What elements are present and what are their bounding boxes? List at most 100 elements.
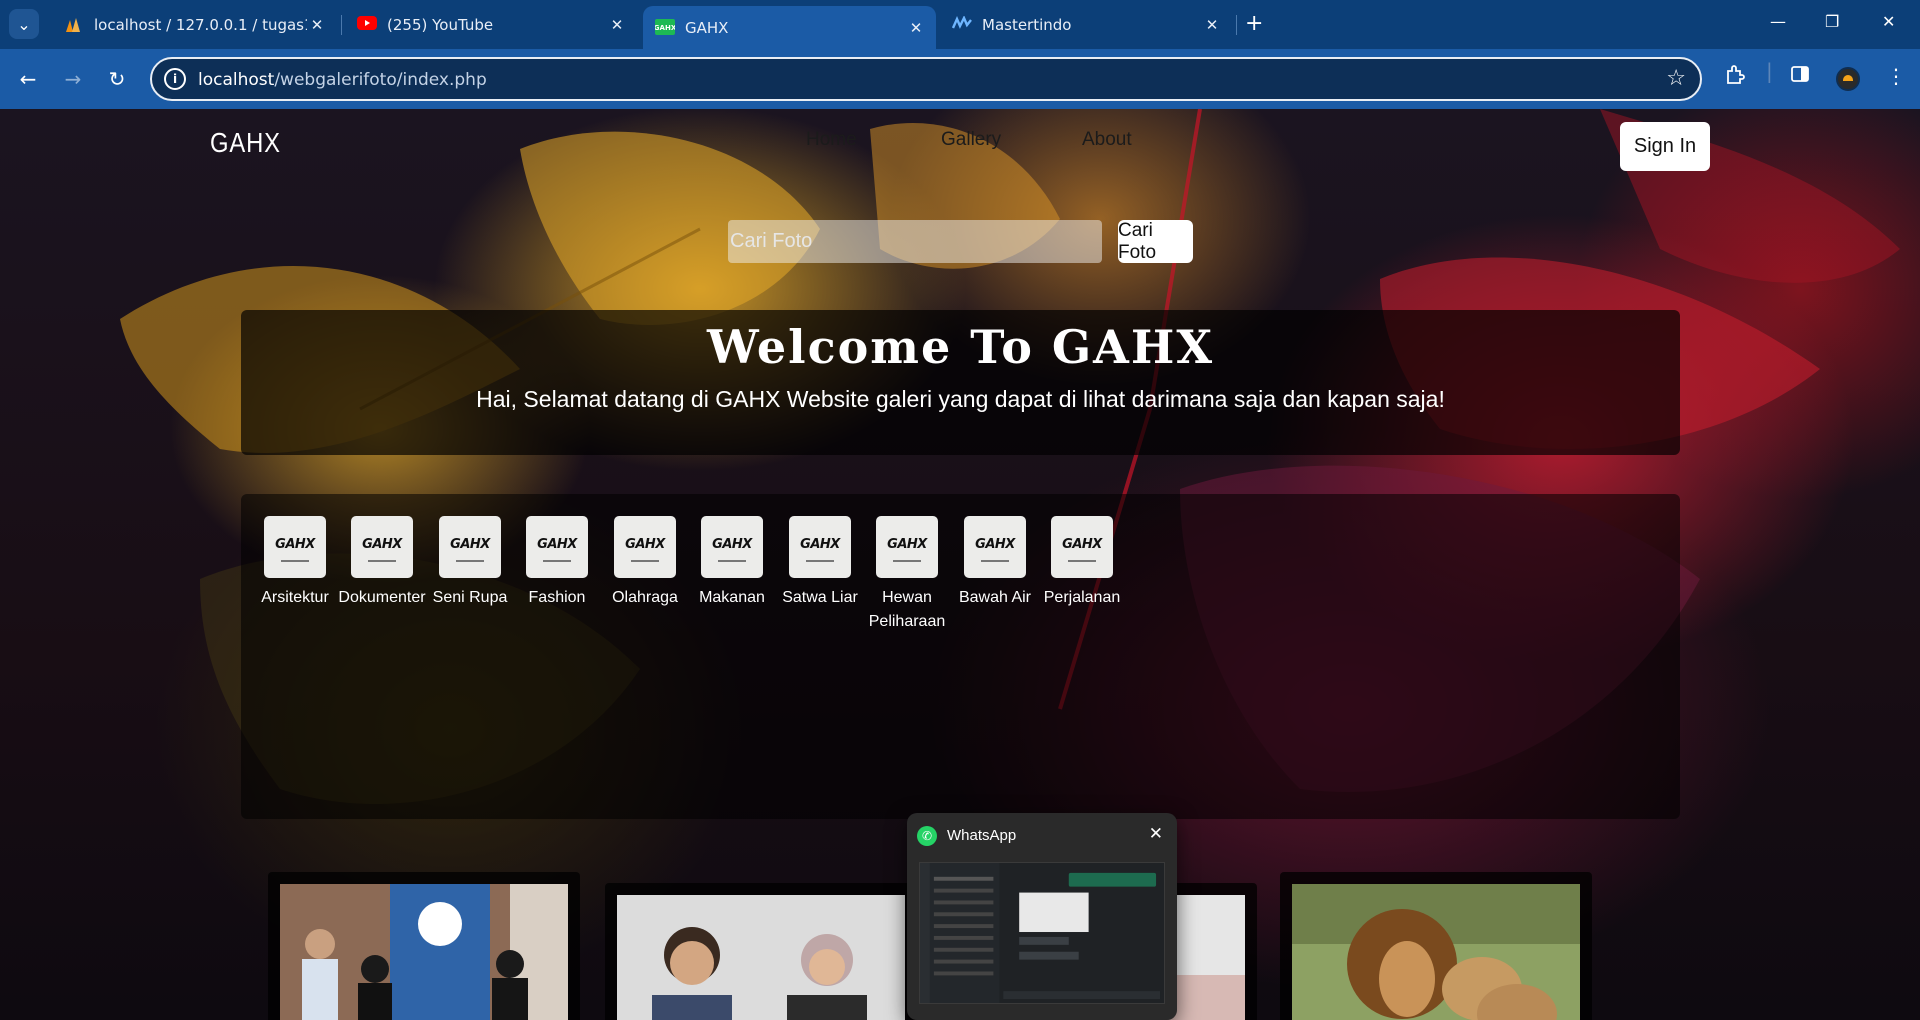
whatsapp-window-thumbnail[interactable] <box>919 862 1165 1004</box>
restore-icon[interactable]: ❐ <box>1825 12 1839 31</box>
gahx-logo-text: GAHX <box>537 536 577 552</box>
category-item[interactable]: GAHX Hewan Peliharaan <box>862 516 952 634</box>
reload-icon[interactable]: ↻ <box>101 63 133 95</box>
category-item[interactable]: GAHX Arsitektur <box>250 516 340 610</box>
photo-card[interactable] <box>605 883 917 1020</box>
side-panel-icon[interactable] <box>1790 64 1810 89</box>
chevron-down-icon: ⌄ <box>17 14 31 34</box>
close-window-icon[interactable]: ✕ <box>1882 12 1895 31</box>
tab-title: GAHX <box>685 18 729 37</box>
close-icon[interactable]: ✕ <box>1149 824 1163 844</box>
photo-card[interactable] <box>268 872 580 1020</box>
site-brand[interactable]: GAHX <box>210 127 281 159</box>
tab-separator <box>1236 15 1237 35</box>
gahx-page: GAHX Home Gallery About Sign In Cari Fot… <box>0 109 1920 1020</box>
tab-mastertindo[interactable]: Mastertindo ✕ <box>940 6 1232 43</box>
search-button[interactable]: Cari Foto <box>1118 220 1193 263</box>
photo-card[interactable] <box>1280 872 1592 1020</box>
close-tab-icon[interactable]: ✕ <box>906 18 926 38</box>
category-label: Arsitektur <box>261 589 329 606</box>
category-label: Makanan <box>699 589 765 606</box>
sign-in-button[interactable]: Sign In <box>1620 122 1710 171</box>
category-item[interactable]: GAHX Satwa Liar <box>775 516 865 610</box>
category-panel: GAHX Arsitektur GAHX Dokumenter GAHX Sen… <box>241 494 1680 819</box>
logo-underline <box>281 559 309 562</box>
logo-underline <box>981 559 1009 562</box>
tab-title: (255) YouTube <box>387 15 494 34</box>
gahx-logo-text: GAHX <box>1062 536 1102 552</box>
whatsapp-icon: ✆ <box>917 826 937 846</box>
tab-separator <box>341 15 342 35</box>
category-label: Olahraga <box>612 589 678 606</box>
category-item[interactable]: GAHX Dokumenter <box>337 516 427 610</box>
gahx-logo-text: GAHX <box>450 536 490 552</box>
gahx-logo-text: GAHX <box>362 536 402 552</box>
category-label: Dokumenter <box>338 589 426 606</box>
category-label: Seni Rupa <box>432 589 508 606</box>
category-label: Satwa Liar <box>782 589 858 606</box>
tab-youtube[interactable]: (255) YouTube ✕ <box>345 6 637 43</box>
category-item[interactable]: GAHX Bawah Air <box>950 516 1040 610</box>
close-tab-icon[interactable]: ✕ <box>607 15 627 35</box>
gahx-logo-text: GAHX <box>975 536 1015 552</box>
category-item[interactable]: GAHX Seni Rupa <box>425 516 515 610</box>
browser-tab-bar: ⌄ localhost / 127.0.0.1 / tugas1 / u ✕ (… <box>0 0 1920 49</box>
welcome-banner: Welcome To GAHX Hai, Selamat datang di G… <box>241 310 1680 455</box>
search-input[interactable] <box>728 220 1102 263</box>
back-icon[interactable]: ← <box>12 63 44 95</box>
category-item[interactable]: GAHX Fashion <box>512 516 602 610</box>
category-logo-thumb: GAHX <box>789 516 851 578</box>
category-label: Perjalanan <box>1043 589 1121 606</box>
welcome-subtitle: Hai, Selamat datang di GAHX Website gale… <box>476 386 1445 412</box>
extensions-icon[interactable] <box>1724 64 1746 91</box>
nav-about-link[interactable]: About <box>1082 129 1132 151</box>
youtube-icon <box>357 15 377 34</box>
gahx-logo-text: GAHX <box>800 536 840 552</box>
close-tab-icon[interactable]: ✕ <box>1202 15 1222 35</box>
gahx-logo-text: GAHX <box>887 536 927 552</box>
category-logo-thumb: GAHX <box>439 516 501 578</box>
tab-search-button[interactable]: ⌄ <box>9 9 39 39</box>
category-label: Hewan Peliharaan <box>868 589 946 630</box>
tab-title: localhost / 127.0.0.1 / tugas1 / u <box>94 15 307 34</box>
category-logo-thumb: GAHX <box>876 516 938 578</box>
category-item[interactable]: GAHX Olahraga <box>600 516 690 610</box>
category-item[interactable]: GAHX Perjalanan <box>1037 516 1127 610</box>
close-tab-icon[interactable]: ✕ <box>307 15 327 35</box>
minimize-icon[interactable]: — <box>1770 12 1786 31</box>
logo-underline <box>543 559 571 562</box>
tab-phpmyadmin[interactable]: localhost / 127.0.0.1 / tugas1 / u ✕ <box>52 6 337 43</box>
popup-title: WhatsApp <box>947 827 1017 844</box>
two-people-photo-image <box>617 895 905 1020</box>
category-logo-thumb: GAHX <box>1051 516 1113 578</box>
profile-avatar[interactable] <box>1836 67 1860 91</box>
site-info-icon[interactable]: i <box>164 68 186 90</box>
bookmark-star-icon[interactable]: ☆ <box>1666 66 1686 91</box>
category-item[interactable]: GAHX Makanan <box>687 516 777 610</box>
logo-underline <box>631 559 659 562</box>
logo-underline <box>1068 559 1096 562</box>
nav-gallery-link[interactable]: Gallery <box>941 129 1001 151</box>
category-logo-thumb: GAHX <box>614 516 676 578</box>
nav-home-link[interactable]: Home <box>806 129 857 151</box>
forward-icon[interactable]: → <box>57 63 89 95</box>
more-menu-icon[interactable]: ⋮ <box>1886 64 1906 88</box>
gahx-logo-text: GAHX <box>275 536 315 552</box>
browser-toolbar: ← → ↻ i localhost/webgalerifoto/index.ph… <box>0 49 1920 109</box>
whatsapp-preview-popup[interactable]: ✆ WhatsApp ✕ <box>907 813 1177 1020</box>
category-logo-thumb: GAHX <box>264 516 326 578</box>
mastertindo-icon <box>951 14 972 34</box>
welcome-title: Welcome To GAHX <box>706 320 1215 374</box>
logo-underline <box>806 559 834 562</box>
category-logo-thumb: GAHX <box>351 516 413 578</box>
gahx-logo-text: GAHX <box>625 536 665 552</box>
group-photo-image <box>280 884 568 1020</box>
gahx-icon: GAHX <box>654 18 677 37</box>
toolbar-divider: | <box>1766 59 1773 83</box>
url-host: localhost <box>198 70 275 90</box>
address-bar[interactable]: i localhost/webgalerifoto/index.php ☆ <box>150 57 1702 101</box>
url-text[interactable]: localhost/webgalerifoto/index.php <box>198 70 487 90</box>
category-logo-thumb: GAHX <box>526 516 588 578</box>
new-tab-icon[interactable]: + <box>1245 13 1263 35</box>
tab-gahx[interactable]: GAHX GAHX ✕ <box>643 6 936 49</box>
